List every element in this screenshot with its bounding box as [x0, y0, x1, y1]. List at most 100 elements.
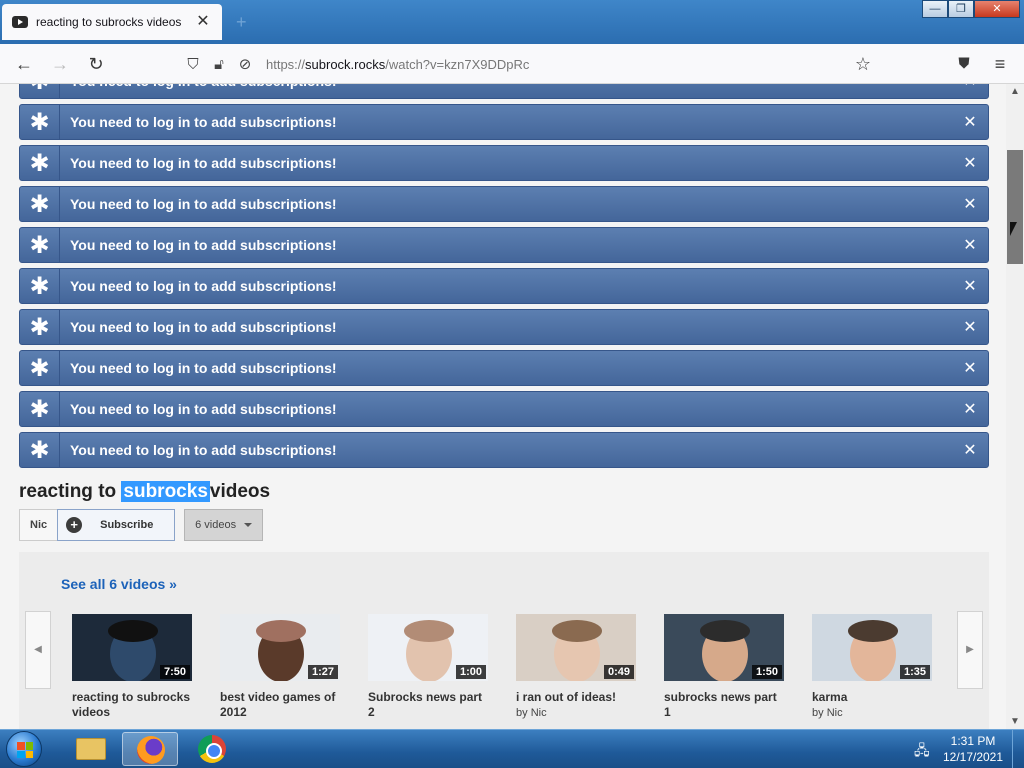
video-author-link[interactable]: Nic [531, 707, 547, 719]
url-text[interactable]: https://subrock.rocks/watch?v=kzn7X9DDpR… [266, 57, 529, 72]
close-alert-icon[interactable]: ✕ [952, 235, 988, 255]
permissions-icon[interactable]: ⊘ [232, 55, 258, 73]
page-scrollbar[interactable]: ▲ ▼ [1006, 84, 1024, 729]
youtube-favicon-icon [12, 16, 28, 28]
video-thumbnail-item[interactable]: 1:35 karma by Nic [812, 614, 934, 719]
login-required-alert: ✱ You need to log in to add subscriptions… [19, 268, 989, 304]
video-thumbnail-item[interactable]: 1:00 Subrocks news part 2 [368, 614, 490, 722]
close-alert-icon[interactable]: ✕ [952, 358, 988, 378]
mouse-cursor-icon [1010, 222, 1017, 236]
video-thumbnail-image[interactable]: 1:35 [812, 614, 932, 681]
video-thumbnail-image[interactable]: 1:27 [220, 614, 340, 681]
video-thumbnail-item[interactable]: 7:50 reacting to subrocks videos [72, 614, 194, 722]
browser-tab-active[interactable]: reacting to subrocks videos ✕ [2, 4, 222, 40]
alert-message: You need to log in to add subscriptions! [70, 278, 337, 294]
login-required-alert: ✱You need to log in to add subscriptions… [19, 145, 989, 181]
alert-message: You need to log in to add subscriptions! [70, 155, 337, 171]
close-alert-icon[interactable]: ✕ [952, 276, 988, 296]
video-author: by Nic [516, 707, 547, 719]
minimize-button[interactable]: — [922, 0, 948, 18]
close-tab-icon[interactable]: ✕ [194, 13, 212, 31]
asterisk-icon: ✱ [20, 84, 60, 98]
window-controls: — ❐ ✕ [922, 0, 1020, 20]
maximize-button[interactable]: ❐ [948, 0, 974, 18]
close-alert-icon[interactable]: ✕ [952, 112, 988, 132]
new-tab-button[interactable]: + [236, 12, 247, 33]
video-title-link[interactable]: i ran out of ideas! [516, 690, 638, 705]
caret-down-icon [244, 523, 253, 527]
thumbnail-hair-shape [404, 620, 454, 642]
firefox-icon [137, 736, 165, 764]
forward-arrow-icon[interactable]: → [48, 52, 72, 76]
lock-icon[interactable]: 🔓︎ [206, 56, 232, 73]
close-alert-icon[interactable]: ✕ [952, 153, 988, 173]
close-alert-icon[interactable]: ✕ [952, 399, 988, 419]
video-title-link[interactable]: Subrocks news part 2 [368, 690, 490, 720]
video-title-link[interactable]: karma [812, 690, 934, 705]
alert-message: You need to log in to add subscriptions! [70, 442, 337, 458]
videos-dropdown-button[interactable]: 6 videos [184, 509, 264, 541]
reload-icon[interactable]: ↻ [84, 52, 108, 76]
login-required-alert: ✱You need to log in to add subscriptions… [19, 186, 989, 222]
video-thumbnail-item[interactable]: 1:27 best video games of 2012 [220, 614, 342, 722]
scrollbar-thumb[interactable] [1007, 150, 1023, 264]
video-author-link[interactable]: Nic [827, 707, 843, 719]
video-title-link[interactable]: subrocks news part 1 [664, 690, 786, 720]
asterisk-icon: ✱ [20, 310, 60, 344]
login-required-alert: ✱You need to log in to add subscriptions… [19, 84, 989, 99]
carousel-prev-button[interactable]: ◀ [25, 611, 51, 689]
video-thumbnail-item[interactable]: 1:50 subrocks news part 1 [664, 614, 786, 722]
video-duration-badge: 1:50 [751, 665, 782, 679]
close-window-button[interactable]: ✕ [974, 0, 1020, 18]
back-arrow-icon[interactable]: ← [12, 52, 36, 76]
address-bar[interactable]: ⛉ 🔓︎ ⊘ https://subrock.rocks/watch?v=kzn… [180, 49, 880, 79]
video-duration-badge: 1:27 [307, 665, 338, 679]
video-title: reacting to subrocks videos [19, 481, 271, 502]
taskbar-chrome[interactable] [184, 732, 240, 766]
system-clock[interactable]: 1:31 PM 12/17/2021 [940, 733, 1006, 765]
start-button[interactable] [6, 731, 42, 767]
channel-name-link[interactable]: Nic [19, 509, 59, 541]
show-desktop-button[interactable] [1012, 730, 1024, 768]
bookmark-star-icon[interactable]: ☆ [851, 52, 875, 76]
network-icon[interactable]: 🖧︎ [914, 740, 930, 764]
close-alert-icon[interactable]: ✕ [952, 440, 988, 460]
plus-icon: + [66, 517, 83, 533]
video-duration-badge: 0:49 [603, 665, 634, 679]
thumbnail-hair-shape [552, 620, 602, 642]
asterisk-icon: ✱ [20, 269, 60, 303]
video-title-link[interactable]: best video games of 2012 [220, 690, 342, 720]
alert-message: You need to log in to add subscriptions! [70, 319, 337, 335]
video-duration-badge: 7:50 [159, 665, 190, 679]
video-thumbnail-item[interactable]: 0:49 i ran out of ideas! by Nic [516, 614, 638, 719]
scroll-up-arrow-icon[interactable]: ▲ [1010, 86, 1020, 97]
alert-message: You need to log in to add subscriptions! [70, 360, 337, 376]
folder-icon [76, 738, 106, 760]
video-thumbnail-image[interactable]: 1:00 [368, 614, 488, 681]
alert-message: You need to log in to add subscriptions! [70, 401, 337, 417]
video-thumbnail-image[interactable]: 0:49 [516, 614, 636, 681]
video-thumbnail-image[interactable]: 7:50 [72, 614, 192, 681]
login-required-alert: ✱You need to log in to add subscriptions… [19, 350, 989, 386]
asterisk-icon: ✱ [20, 433, 60, 467]
alert-message: You need to log in to add subscriptions! [70, 196, 337, 212]
thumbnail-hair-shape [256, 620, 306, 642]
login-required-alert: ✱ You need to log in to add subscriptions… [19, 309, 989, 345]
scroll-down-arrow-icon[interactable]: ▼ [1010, 716, 1020, 727]
taskbar-firefox[interactable] [122, 732, 178, 766]
carousel-next-button[interactable]: ▶ [957, 611, 983, 689]
close-alert-icon[interactable]: ✕ [952, 317, 988, 337]
close-alert-icon[interactable]: ✕ [952, 194, 988, 214]
subscribe-button[interactable]: + Subscribe [57, 509, 176, 541]
video-title-link[interactable]: reacting to subrocks videos [72, 690, 194, 720]
login-required-alert: ✱You need to log in to add subscriptions… [19, 227, 989, 263]
video-duration-badge: 1:00 [455, 665, 486, 679]
pocket-icon[interactable]: ⛊ [952, 52, 976, 76]
taskbar-explorer[interactable] [62, 732, 118, 766]
video-author: by Nic [812, 707, 843, 719]
close-alert-icon[interactable]: ✕ [952, 84, 988, 91]
shield-icon[interactable]: ⛉ [180, 56, 206, 73]
see-all-videos-link[interactable]: See all 6 videos » [61, 576, 177, 592]
menu-icon[interactable]: ≡ [988, 52, 1012, 76]
video-thumbnail-image[interactable]: 1:50 [664, 614, 784, 681]
